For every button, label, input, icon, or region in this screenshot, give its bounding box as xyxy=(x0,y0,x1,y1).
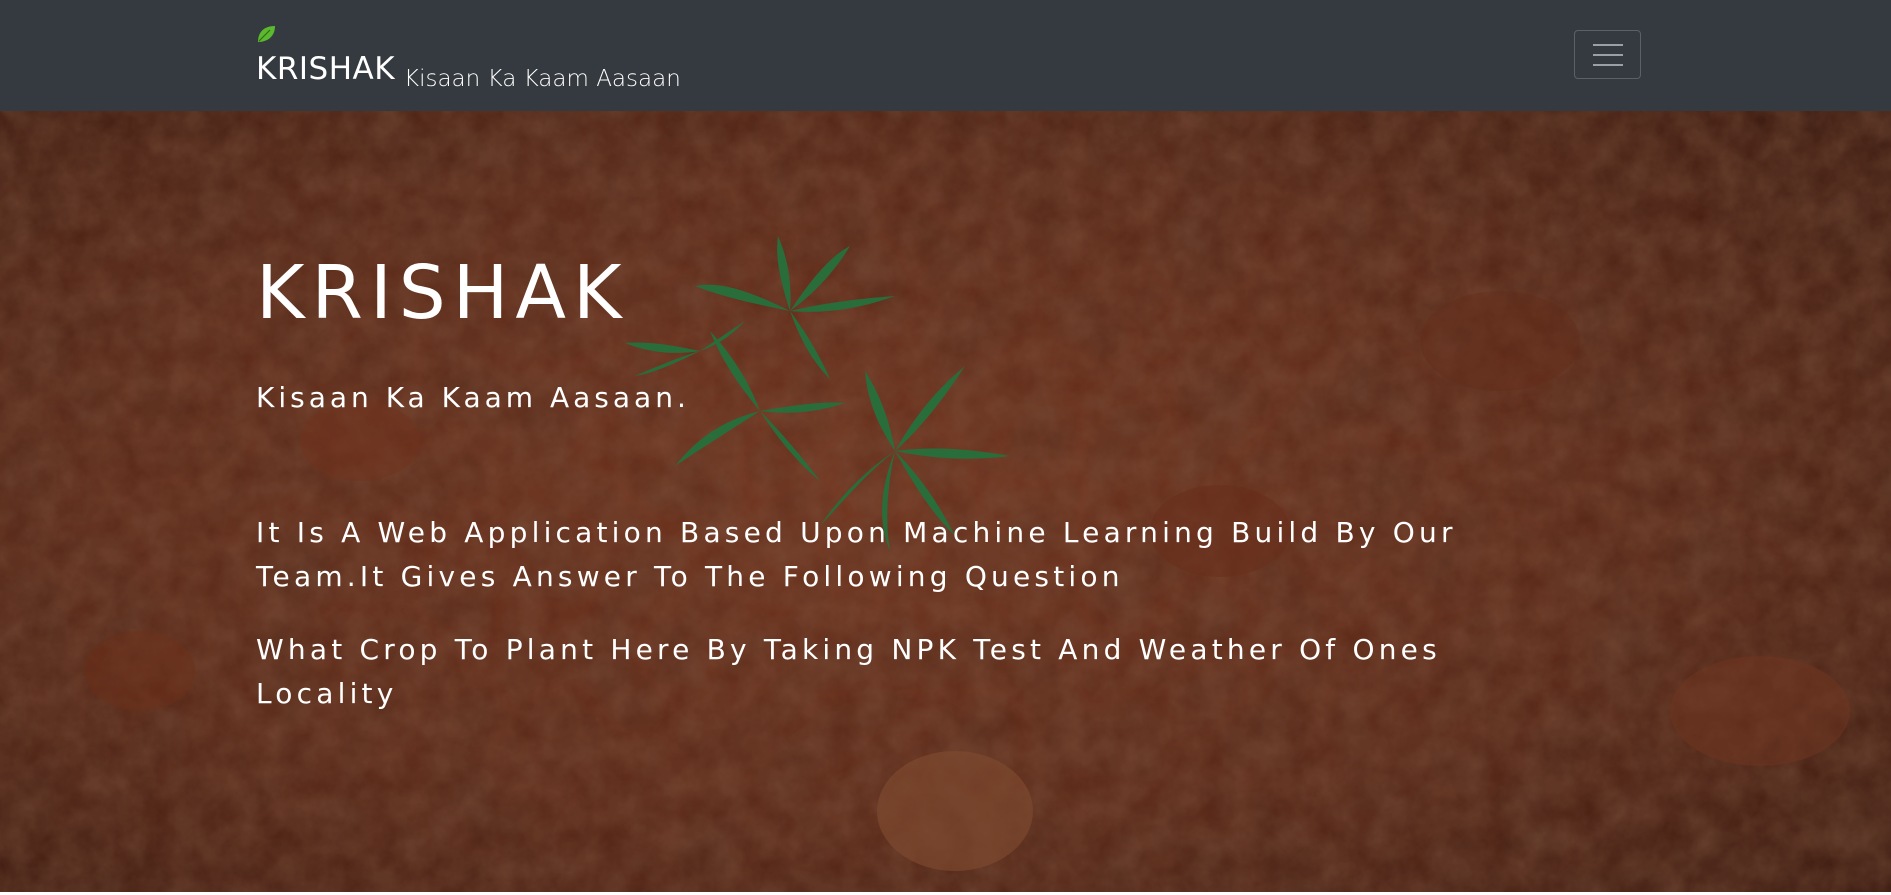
hamburger-menu-icon xyxy=(1593,44,1623,66)
navbar-toggler-button[interactable] xyxy=(1574,30,1641,79)
brand-name: KRISHAK xyxy=(256,51,396,87)
hero-subtitle: Kisaan Ka Kaam Aasaan. xyxy=(256,381,690,414)
hero-section: KRISHAK Kisaan Ka Kaam Aasaan. It Is A W… xyxy=(0,111,1891,895)
leaf-icon xyxy=(258,26,275,42)
top-navbar: KRISHAK Kisaan Ka Kaam Aasaan xyxy=(0,0,1891,111)
soil-with-seedling-photo xyxy=(0,111,1891,895)
hero-description: It Is A Web Application Based Upon Machi… xyxy=(256,516,1457,593)
hero-question: What Crop To Plant Here By Taking NPK Te… xyxy=(256,633,1441,710)
brand-tagline: Kisaan Ka Kaam Aasaan xyxy=(404,66,681,92)
hero-title: KRISHAK xyxy=(256,250,629,336)
